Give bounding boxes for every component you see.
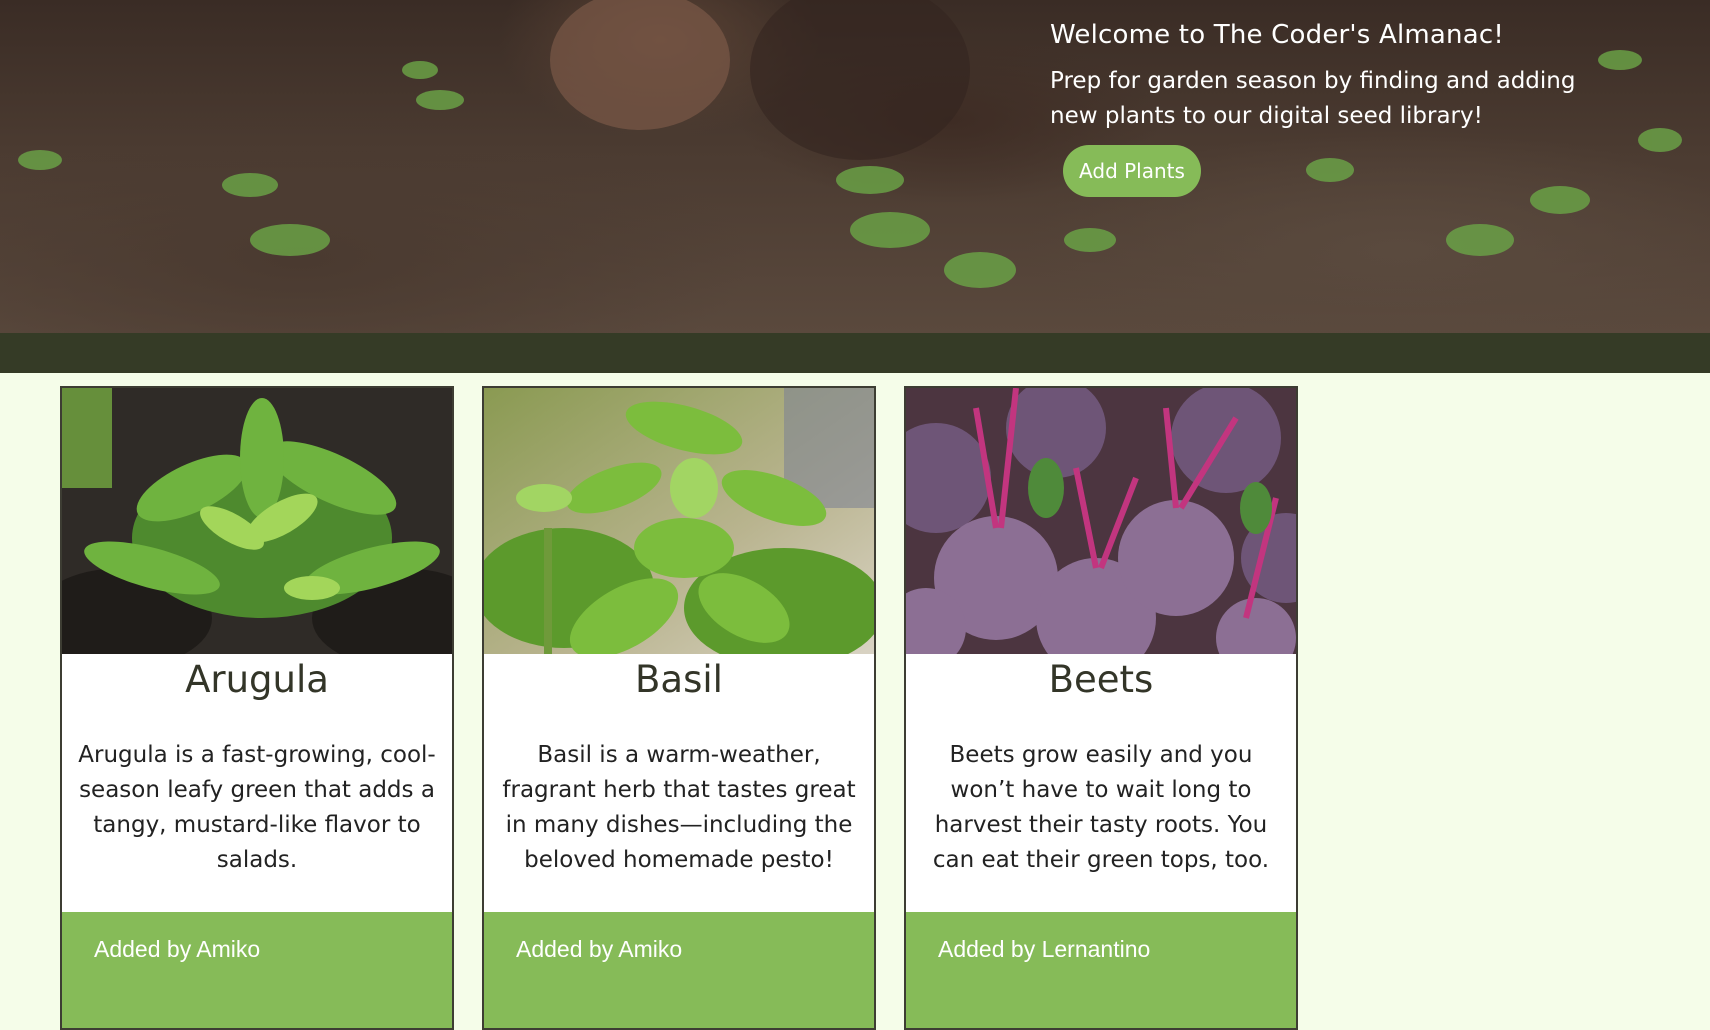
plant-card-basil[interactable]: Basil Basil is a warm-weather, fragrant …: [482, 386, 876, 1030]
divider-bar: [0, 333, 1710, 373]
arugula-photo: [62, 388, 452, 654]
hero-banner: Welcome to The Coder's Almanac! Prep for…: [0, 0, 1710, 333]
plant-name: Arugula: [185, 658, 329, 701]
plant-name: Beets: [1048, 658, 1154, 701]
basil-photo: [484, 388, 874, 654]
plant-card-arugula[interactable]: Arugula Arugula is a fast-growing, cool-…: [60, 386, 454, 1030]
plant-name: Basil: [635, 658, 723, 701]
added-by-label: Added by Amiko: [94, 936, 261, 962]
added-by-label: Added by Lernantino: [938, 936, 1151, 962]
hero-title: Welcome to The Coder's Almanac!: [1050, 20, 1504, 50]
added-by-label: Added by Amiko: [516, 936, 683, 962]
plant-description: Beets grow easily and you won’t have to …: [932, 742, 1270, 873]
beets-photo: [906, 388, 1296, 654]
plant-description: Arugula is a fast-growing, cool-season l…: [78, 742, 436, 873]
plant-card-beets[interactable]: Beets Beets grow easily and you won’t ha…: [904, 386, 1298, 1030]
plant-description: Basil is a warm-weather, fragrant herb t…: [502, 742, 856, 873]
hero-subtitle: Prep for garden season by finding and ad…: [1050, 68, 1576, 129]
add-plants-button[interactable]: Add Plants: [1063, 145, 1201, 197]
hero-text: Welcome to The Coder's Almanac! Prep for…: [1050, 20, 1610, 134]
card-footer: Added by Amiko: [62, 912, 452, 1028]
card-footer: Added by Amiko: [484, 912, 874, 1028]
card-footer: Added by Lernantino: [906, 912, 1296, 1028]
